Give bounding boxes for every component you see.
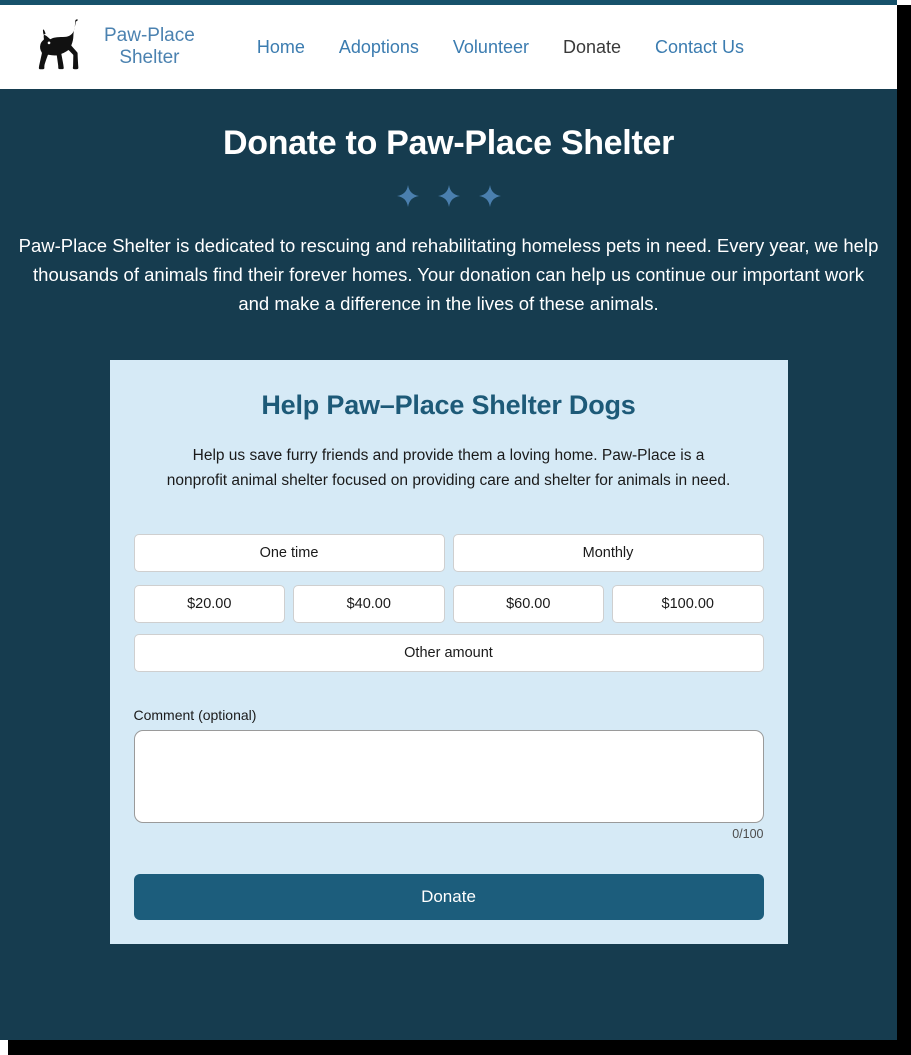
amount-option-40[interactable]: $40.00: [293, 585, 445, 623]
sparkle-divider: [14, 185, 883, 207]
nav-link-donate[interactable]: Donate: [563, 37, 621, 58]
frequency-option-monthly[interactable]: Monthly: [452, 534, 764, 572]
donation-card-description: Help us save furry friends and provide t…: [166, 447, 731, 489]
comment-input[interactable]: [133, 730, 764, 823]
brand-name: Paw-Place Shelter: [104, 25, 195, 68]
primary-navigation: Home Adoptions Volunteer Donate Contact …: [257, 37, 744, 58]
hero-description: Paw-Place Shelter is dedicated to rescui…: [18, 235, 879, 314]
nav-link-volunteer[interactable]: Volunteer: [453, 37, 529, 58]
sparkle-icon: [396, 185, 419, 207]
brand-block[interactable]: Paw-Place Shelter: [28, 16, 195, 78]
cat-silhouette-icon: [38, 19, 79, 70]
page-viewport: Paw-Place Shelter Home Adoptions Volunte…: [0, 5, 897, 1040]
amount-option-60[interactable]: $60.00: [452, 585, 604, 623]
amount-option-other[interactable]: Other amount: [133, 634, 764, 672]
window-right-shadow: [897, 5, 911, 1048]
browser-page: Paw-Place Shelter Home Adoptions Volunte…: [0, 0, 911, 1055]
amount-option-20[interactable]: $20.00: [133, 585, 285, 623]
site-navbar: Paw-Place Shelter Home Adoptions Volunte…: [0, 5, 897, 89]
page-title: Donate to Paw-Place Shelter: [222, 124, 675, 162]
amount-option-100[interactable]: $100.00: [612, 585, 764, 623]
donate-submit-button[interactable]: Donate: [133, 874, 764, 920]
nav-link-contact-us[interactable]: Contact Us: [655, 37, 744, 58]
frequency-option-one-time[interactable]: One time: [133, 534, 445, 572]
other-amount-group: Other amount: [133, 634, 764, 672]
sparkle-icon: [437, 185, 460, 207]
nav-link-adoptions[interactable]: Adoptions: [339, 37, 419, 58]
amount-option-group: $20.00 $40.00 $60.00 $100.00: [133, 585, 764, 623]
donation-card-title: Help Paw–Place Shelter Dogs: [261, 390, 636, 420]
sparkle-icon: [478, 185, 501, 207]
nav-link-home[interactable]: Home: [257, 37, 305, 58]
donation-card: Help Paw–Place Shelter Dogs Help us save…: [109, 360, 788, 944]
comment-label: Comment (optional): [133, 707, 257, 723]
frequency-option-group: One time Monthly: [133, 534, 764, 572]
window-bottom-shadow: [8, 1040, 911, 1055]
donation-card-wrapper: Help Paw–Place Shelter Dogs Help us save…: [0, 360, 897, 944]
hero-section: Donate to Paw-Place Shelter Paw-Place Sh…: [0, 89, 897, 318]
comment-char-counter: 0/100: [732, 827, 764, 841]
